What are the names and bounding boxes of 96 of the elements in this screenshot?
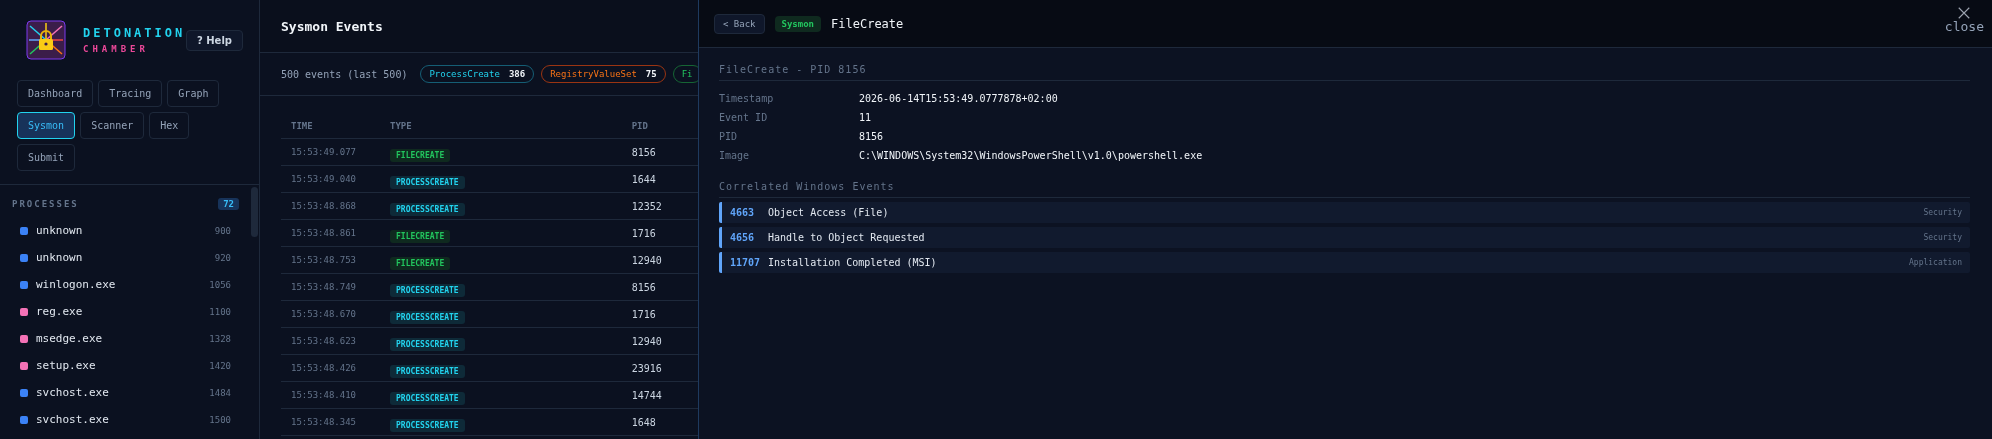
brand-title: DETONATION <box>83 26 186 40</box>
column-header: PID <box>631 121 649 131</box>
event-type-tag: PROCESSCREATE <box>390 337 465 351</box>
time-cell-text: 15:53:49.040 <box>290 174 358 184</box>
process-pid: 1056 <box>209 279 231 290</box>
close-icon <box>1957 6 1972 20</box>
field-value: 8156 <box>859 131 885 142</box>
process-pid: 1500 <box>209 414 231 425</box>
time-cell-text: 15:53:48.868 <box>290 201 358 211</box>
time-cell-text: 15:53:49.077 <box>290 147 358 157</box>
nav-tab[interactable]: Submit <box>17 144 76 171</box>
time-cell-text: 15:53:48.749 <box>290 282 358 292</box>
close-button[interactable]: close <box>1944 6 1984 34</box>
nav-tab[interactable]: Scanner <box>80 112 145 139</box>
time-cell-text: 15:53:48.623 <box>290 336 358 346</box>
help-button[interactable]: ? Help <box>185 29 243 51</box>
event-log: Security <box>1923 208 1962 217</box>
process-pid: 920 <box>214 252 231 263</box>
event-type-tag: PROCESSCREATE <box>390 283 465 297</box>
event-type-tag: PROCESSCREATE <box>390 175 465 189</box>
brand-subtitle: CHAMBER <box>83 44 150 54</box>
pid-cell-text: 8156 <box>631 146 657 158</box>
event-log: Application <box>1909 258 1962 267</box>
event-type-tag: PROCESSCREATE <box>390 202 465 216</box>
field-label: Event ID <box>719 112 769 123</box>
nav-tab[interactable]: Hex <box>149 112 190 139</box>
section-heading: Correlated Windows Events <box>719 181 1970 198</box>
process-name[interactable]: unknown <box>36 224 83 237</box>
field-value: 2026-06-14T15:53:49.0777878+02:00 <box>859 93 1059 104</box>
pid-cell-text: 1644 <box>631 173 657 185</box>
section-heading: FileCreate - PID 8156 <box>719 64 1970 81</box>
pid-cell-text: 14744 <box>631 389 663 401</box>
page-title: Sysmon Events <box>281 18 383 34</box>
time-cell-text: 15:53:48.753 <box>290 255 358 265</box>
pid-cell-text: 8156 <box>631 281 657 293</box>
pid-cell-text: 12940 <box>631 254 663 266</box>
time-cell-text: 15:53:48.670 <box>290 309 358 319</box>
time-cell-text: 15:53:48.861 <box>290 228 358 238</box>
field-label: Image <box>719 150 751 161</box>
event-type-tag: FILECREATE <box>390 229 451 243</box>
event-type-tag: PROCESSCREATE <box>390 418 465 432</box>
nav-tab[interactable]: Tracing <box>98 80 163 107</box>
field-value: C:\WINDOWS\System32\WindowsPowerShell\v1.0\powershell.exe <box>859 150 1204 161</box>
pid-cell-text: 1716 <box>631 308 657 320</box>
process-pid: 1420 <box>209 360 231 371</box>
process-name[interactable]: svchost.exe <box>36 386 109 399</box>
event-type-tag: PROCESSCREATE <box>390 310 465 324</box>
pid-cell-text: 12940 <box>631 335 663 347</box>
correlated-event-row[interactable]: 11707 Installation Completed (MSI) Application <box>719 252 1970 273</box>
process-pid: 900 <box>214 225 231 236</box>
scrollbar-thumb[interactable] <box>251 187 258 237</box>
process-name[interactable]: msedge.exe <box>36 332 103 345</box>
close-label: close <box>1944 20 1984 34</box>
process-name[interactable]: setup.exe <box>36 359 96 372</box>
source-badge: Sysmon <box>774 15 822 32</box>
field-value: 11 <box>859 112 873 123</box>
time-cell-text: 15:53:48.345 <box>290 417 358 427</box>
event-type-tag: FILECREATE <box>390 148 451 162</box>
event-name: Installation Completed (MSI) <box>768 257 937 268</box>
count-badge: 72 <box>218 198 239 210</box>
event-log: Security <box>1923 233 1962 242</box>
correlated-event-row[interactable]: 4663 Object Access (File) Security <box>719 202 1970 223</box>
correlated-event-row[interactable]: 4656 Handle to Object Requested Security <box>719 227 1970 248</box>
nav-tab[interactable]: Sysmon <box>17 112 76 139</box>
event-summary: 500 events (last 500) <box>281 68 408 80</box>
nav-tab[interactable]: Dashboard <box>17 80 94 107</box>
back-button[interactable]: < Back <box>714 13 765 34</box>
logo-icon <box>26 20 66 60</box>
process-name[interactable]: svchost.exe <box>36 413 109 426</box>
process-pid: 1100 <box>209 306 231 317</box>
event-id: 11707 <box>730 257 762 268</box>
pid-cell-text: 23916 <box>631 362 663 374</box>
event-type-tag: PROCESSCREATE <box>390 391 465 405</box>
pid-cell-text: 1648 <box>631 416 657 428</box>
event-id: 4663 <box>730 207 756 218</box>
event-id: 4656 <box>730 232 756 243</box>
process-name[interactable]: winlogon.exe <box>36 278 116 291</box>
time-cell-text: 15:53:48.410 <box>290 390 358 400</box>
field-label: Timestamp <box>719 93 775 104</box>
event-name: Object Access (File) <box>768 207 889 218</box>
pid-cell-text: 12352 <box>631 200 663 212</box>
detail-title: FileCreate <box>831 16 904 31</box>
event-type-tag: PROCESSCREATE <box>390 364 465 378</box>
section-heading: PROCESSES <box>12 199 79 209</box>
column-header: TYPE <box>390 121 413 131</box>
event-type-tag: FILECREATE <box>390 256 451 270</box>
field-label: PID <box>719 131 739 142</box>
column-header: TIME <box>290 121 314 131</box>
process-name[interactable]: unknown <box>36 251 83 264</box>
process-pid: 1484 <box>209 387 231 398</box>
process-pid: 1328 <box>209 333 231 344</box>
event-name: Handle to Object Requested <box>768 232 925 243</box>
pid-cell-text: 1716 <box>631 227 657 239</box>
time-cell-text: 15:53:48.426 <box>290 363 358 373</box>
nav-tab[interactable]: Graph <box>167 80 220 107</box>
process-name[interactable]: reg.exe <box>36 305 83 318</box>
